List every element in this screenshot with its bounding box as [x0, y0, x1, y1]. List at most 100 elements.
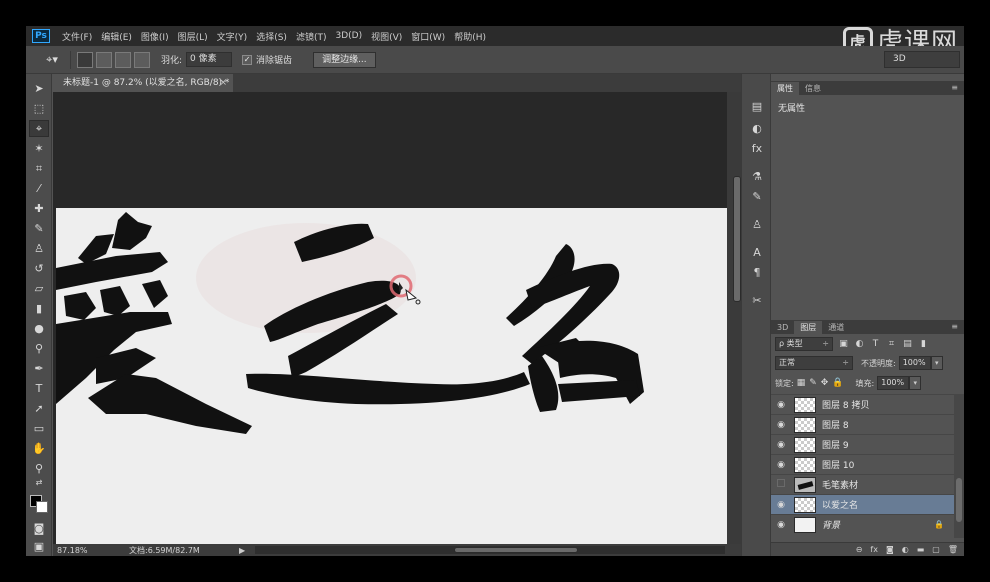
document-canvas[interactable]	[56, 208, 727, 544]
menu-type[interactable]: 文字(Y)	[217, 30, 248, 43]
scrollbar-thumb[interactable]	[733, 176, 741, 302]
layer-row[interactable]: ◉ 图层 10	[771, 454, 954, 474]
screen-mode-icon[interactable]: ▣	[29, 538, 49, 555]
blur-tool-icon[interactable]: ●	[29, 320, 49, 337]
panel-menu-icon[interactable]: ≡	[951, 322, 958, 331]
tab-3d[interactable]: 3D	[771, 321, 794, 334]
tool-presets-panel-icon[interactable]: ✂	[748, 292, 766, 308]
fill-input[interactable]: 100%	[877, 376, 910, 390]
link-layers-icon[interactable]: ⊖	[856, 545, 863, 554]
tab-channels[interactable]: 通道	[822, 321, 850, 334]
marquee-tool-icon[interactable]: ⬚	[29, 100, 49, 117]
color-panel-icon[interactable]: ◐	[748, 120, 766, 136]
zoom-tool-icon[interactable]: ⚲	[29, 460, 49, 477]
tab-layers[interactable]: 图层	[794, 321, 823, 334]
styles-panel-icon[interactable]: fx	[748, 140, 766, 156]
move-tool-icon[interactable]: ➤	[29, 80, 49, 97]
menu-image[interactable]: 图像(I)	[141, 30, 169, 43]
layer-row[interactable]: ◉ 图层 8 拷贝	[771, 394, 954, 414]
menu-file[interactable]: 文件(F)	[62, 30, 92, 43]
lock-all-icon[interactable]: 🔒	[832, 378, 843, 388]
paragraph-panel-icon[interactable]: ¶	[748, 264, 766, 280]
healing-brush-tool-icon[interactable]: ✚	[29, 200, 49, 217]
visibility-eye-icon[interactable]: ◉	[771, 460, 791, 470]
visibility-eye-icon[interactable]: ◉	[771, 500, 791, 510]
canvas-horizontal-scrollbar[interactable]	[255, 546, 725, 554]
clone-source-panel-icon[interactable]: ♙	[748, 216, 766, 232]
new-group-icon[interactable]: ▬	[917, 545, 925, 554]
brush-panel-icon[interactable]: ✎	[748, 188, 766, 204]
layer-row-selected[interactable]: ◉ 以爱之名	[771, 494, 954, 514]
lock-position-icon[interactable]: ✥	[821, 378, 829, 388]
clone-stamp-tool-icon[interactable]: ♙	[29, 240, 49, 257]
refine-edge-button[interactable]: 调整边缘...	[313, 51, 376, 68]
feather-input[interactable]: 0 像素	[186, 52, 233, 67]
filter-shape-icon[interactable]: ⌗	[886, 339, 897, 349]
document-tab[interactable]: 未标题-1 @ 87.2% (以爱之名, RGB/8) * ×	[53, 74, 233, 92]
canvas-area[interactable]	[53, 92, 727, 544]
swap-colors-icon[interactable]: ⇄	[29, 476, 49, 488]
menu-edit[interactable]: 编辑(E)	[101, 30, 132, 43]
magic-wand-tool-icon[interactable]: ✶	[29, 140, 49, 157]
opacity-slider-arrow-icon[interactable]: ▾	[930, 356, 943, 370]
new-layer-icon[interactable]: ▢	[932, 545, 940, 554]
visibility-eye-icon[interactable]: ◉	[771, 520, 791, 530]
background-color-swatch[interactable]	[36, 501, 48, 513]
panel-menu-icon[interactable]: ≡	[951, 83, 958, 92]
layer-filter-select[interactable]: ρ 类型 ÷	[775, 337, 833, 351]
filter-adjustment-icon[interactable]: ◐	[854, 339, 865, 349]
filter-smart-object-icon[interactable]: ▤	[902, 339, 913, 349]
close-icon[interactable]: ×	[219, 74, 227, 92]
adjustment-layer-icon[interactable]: ◐	[902, 545, 909, 554]
canvas-vertical-scrollbar[interactable]	[727, 92, 741, 544]
blend-mode-select[interactable]: 正常 ÷	[775, 356, 853, 370]
menu-select[interactable]: 选择(S)	[256, 30, 287, 43]
new-selection-icon[interactable]	[77, 51, 93, 68]
gradient-tool-icon[interactable]: ▮	[29, 300, 49, 317]
layers-scrollbar[interactable]	[954, 394, 964, 538]
layer-row[interactable]: 毛笔素材	[771, 474, 954, 494]
intersect-selection-icon[interactable]	[134, 51, 150, 68]
layer-row[interactable]: ◉ 图层 8	[771, 414, 954, 434]
pen-tool-icon[interactable]: ✒	[29, 360, 49, 377]
lock-image-icon[interactable]: ✎	[809, 378, 817, 388]
menu-help[interactable]: 帮助(H)	[454, 30, 486, 43]
menu-layer[interactable]: 图层(L)	[178, 30, 208, 43]
subtract-selection-icon[interactable]	[115, 51, 131, 68]
brush-tool-icon[interactable]: ✎	[29, 220, 49, 237]
tab-info[interactable]: 信息	[799, 82, 827, 95]
add-to-selection-icon[interactable]	[96, 51, 112, 68]
delete-layer-icon[interactable]: 🗑	[948, 545, 958, 554]
eyedropper-tool-icon[interactable]: ⁄	[29, 180, 49, 197]
path-selection-tool-icon[interactable]: ➚	[29, 400, 49, 417]
scrollbar-thumb[interactable]	[454, 547, 578, 553]
character-panel-icon[interactable]: A	[748, 244, 766, 260]
quick-mask-icon[interactable]: ◙	[29, 520, 49, 537]
menu-3d[interactable]: 3D(D)	[335, 31, 362, 41]
filter-type-icon[interactable]: T	[870, 339, 881, 349]
lasso-tool-icon[interactable]: ⌖	[29, 120, 49, 137]
tab-properties[interactable]: 属性	[771, 82, 799, 95]
workspace-select[interactable]: 3D	[884, 51, 960, 68]
opacity-input[interactable]: 100%	[898, 356, 931, 370]
hand-tool-icon[interactable]: ✋	[29, 440, 49, 457]
status-menu-arrow-icon[interactable]: ▶	[239, 546, 249, 555]
dodge-tool-icon[interactable]: ⚲	[29, 340, 49, 357]
filter-toggle-icon[interactable]: ▮	[918, 339, 929, 349]
menu-filter[interactable]: 滤镜(T)	[296, 30, 327, 43]
layer-row[interactable]: ◉ 背景 🔒	[771, 514, 954, 534]
menu-view[interactable]: 视图(V)	[371, 30, 402, 43]
polygonal-lasso-preset-icon[interactable]: ⌖▾	[40, 51, 64, 69]
scrollbar-thumb[interactable]	[956, 478, 962, 522]
layer-row[interactable]: ◉ 图层 9	[771, 434, 954, 454]
zoom-level[interactable]: 87.18%	[53, 546, 93, 555]
type-tool-icon[interactable]: T	[29, 380, 49, 397]
add-mask-icon[interactable]: ◙	[886, 545, 894, 554]
antialias-checkbox[interactable]: ✓	[242, 54, 253, 65]
visibility-eye-icon[interactable]: ◉	[771, 420, 791, 430]
adjustments-panel-icon[interactable]: ⚗	[748, 168, 766, 184]
lock-transparent-icon[interactable]: ▦	[797, 378, 806, 388]
filter-pixel-icon[interactable]: ▣	[838, 339, 849, 349]
visibility-eye-icon[interactable]: ◉	[771, 400, 791, 410]
history-panel-icon[interactable]: ▤	[748, 98, 766, 114]
